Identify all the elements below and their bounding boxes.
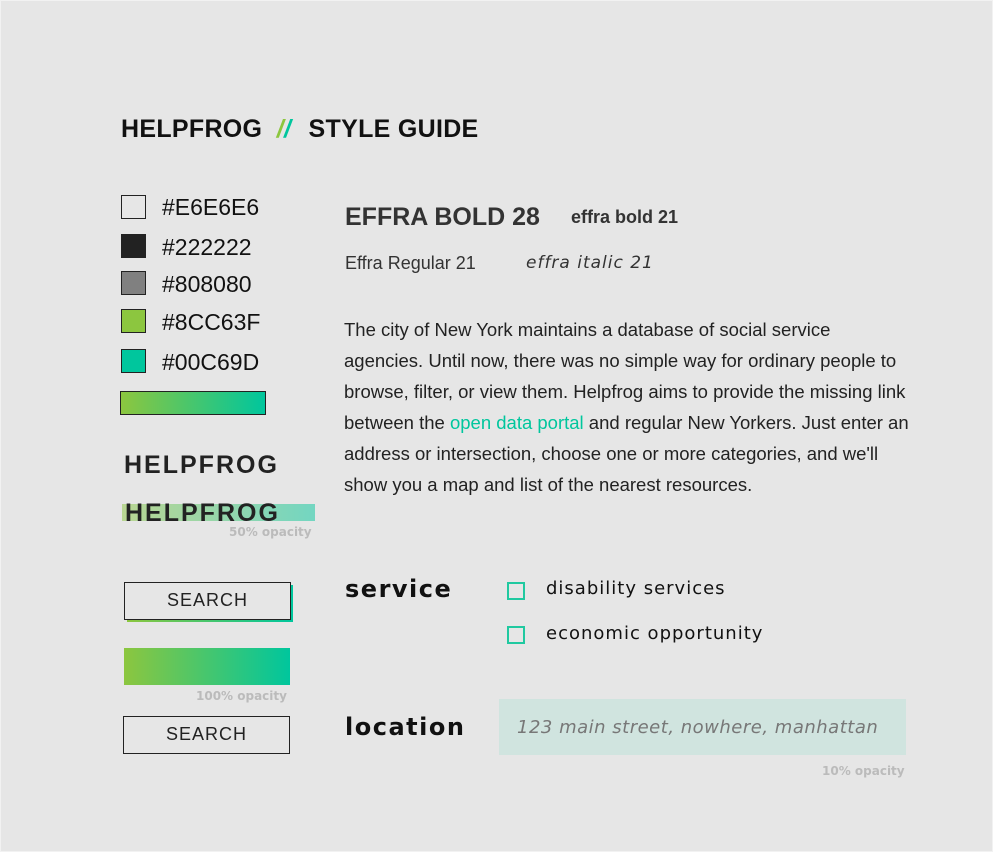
checkbox-label[interactable]: disability services: [546, 578, 726, 599]
page-title: HELPFROG // STYLE GUIDE: [121, 115, 479, 143]
opacity-note: 10% opacity: [822, 764, 905, 778]
swatch-00c69d: [121, 349, 146, 373]
checkbox-label[interactable]: economic opportunity: [546, 623, 763, 644]
search-button-shadowed[interactable]: SEARCH: [124, 582, 291, 620]
gradient-swatch: [120, 391, 266, 415]
type-sample-bold-21: effra bold 21: [571, 207, 679, 227]
swatch-808080: [121, 271, 146, 295]
search-button-outline[interactable]: SEARCH: [123, 716, 290, 754]
swatch-e6e6e6: [121, 195, 146, 219]
swatch-label: #8CC63F: [162, 309, 261, 335]
swatch-8cc63f: [121, 309, 146, 333]
swatch-label: #222222: [162, 234, 252, 260]
logo-highlighted: HELPFROG: [125, 499, 280, 527]
opacity-note: 100% opacity: [196, 689, 287, 703]
logo-plain: HELPFROG: [124, 451, 279, 479]
service-label: service: [345, 575, 453, 603]
swatch-label: #808080: [162, 271, 252, 297]
checkbox-economic-opportunity[interactable]: [507, 626, 525, 644]
open-data-portal-link[interactable]: open data portal: [450, 412, 584, 433]
search-button-gradient[interactable]: [124, 648, 290, 685]
location-label: location: [345, 713, 466, 741]
type-sample-regular-21: Effra Regular 21: [345, 253, 476, 273]
description-paragraph: The city of New York maintains a databas…: [344, 314, 914, 500]
type-sample-italic-21: effra italic 21: [526, 253, 654, 273]
type-sample-bold-28: EFFRA BOLD 28: [345, 203, 540, 231]
swatch-label: #00C69D: [162, 349, 260, 375]
location-input[interactable]: [499, 699, 906, 755]
swatch-label: #E6E6E6: [162, 194, 260, 220]
opacity-note: 50% opacity: [229, 525, 312, 539]
swatch-222222: [121, 234, 146, 258]
checkbox-disability-services[interactable]: [507, 582, 525, 600]
